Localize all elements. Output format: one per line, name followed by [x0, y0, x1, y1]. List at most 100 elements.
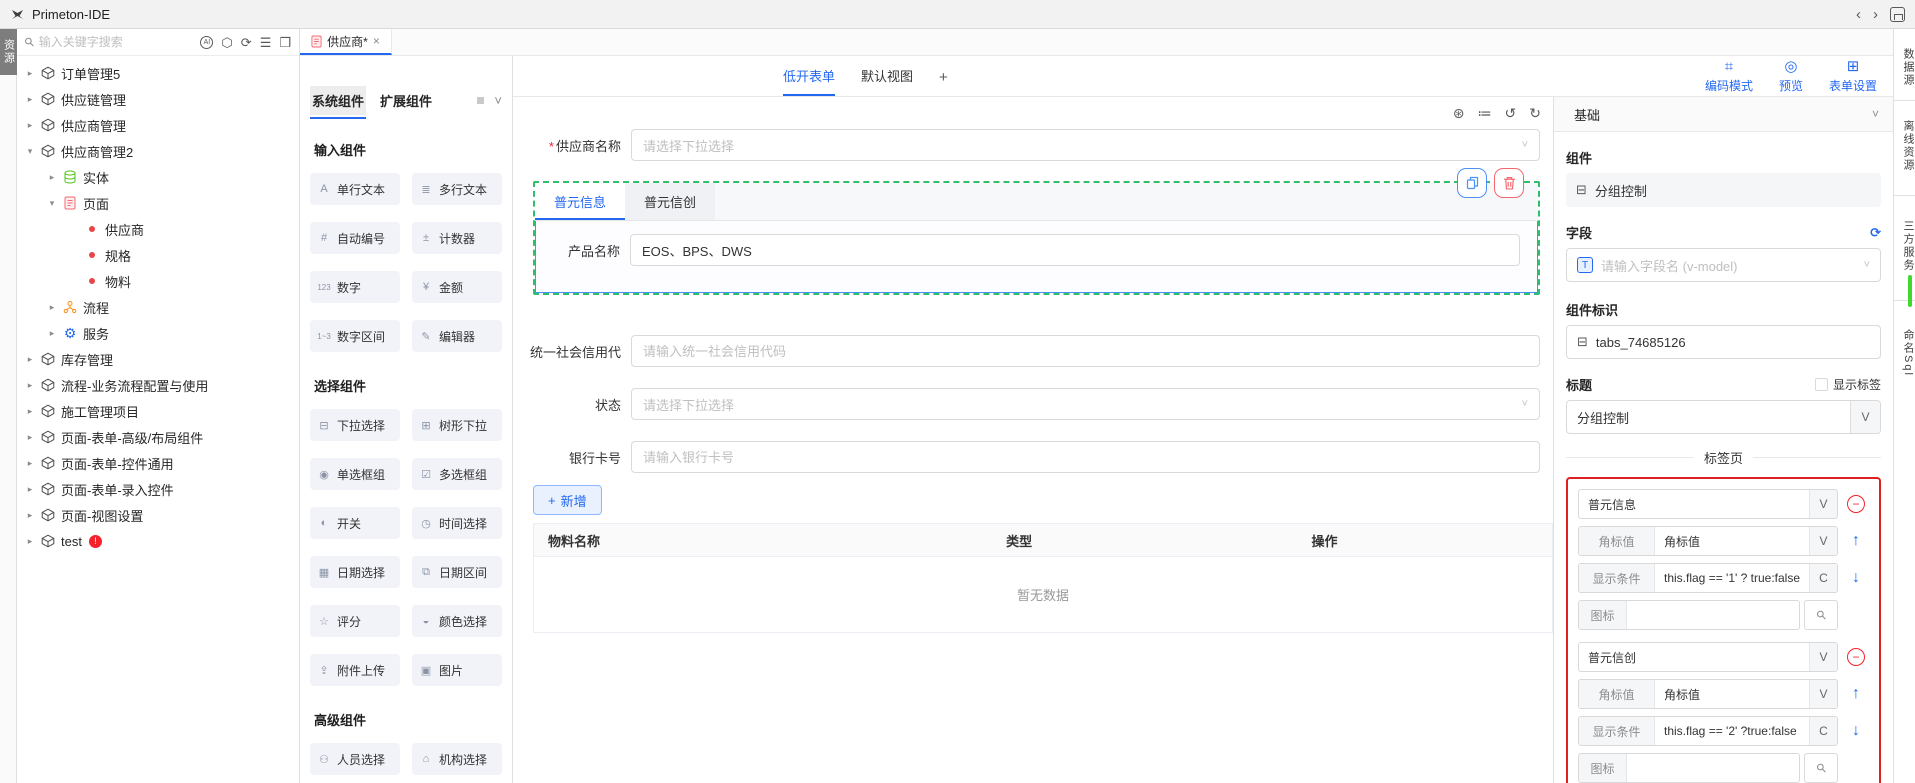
form-settings-button[interactable]: ⊞表单设置: [1829, 59, 1877, 94]
tree-item-流程-业务流程配置与使用[interactable]: ▸流程-业务流程配置与使用: [17, 372, 299, 398]
tree-item-物料[interactable]: 物料: [17, 268, 299, 294]
icon-search-button[interactable]: ⚲: [1804, 600, 1838, 630]
ai-assistant-icon[interactable]: AI: [200, 36, 213, 49]
view-tab-低开表单[interactable]: 低开表单: [783, 66, 835, 96]
identifier-input[interactable]: ⊟ tabs_74685126: [1566, 325, 1881, 359]
status-select[interactable]: 请选择下拉选择 ˅: [631, 388, 1540, 420]
palette-item-多选框组[interactable]: ☑多选框组: [412, 458, 502, 490]
bank-card-input-inner[interactable]: [643, 450, 1528, 465]
expand-arrow-icon[interactable]: ▾: [47, 198, 57, 209]
palette-item-时间选择[interactable]: ◷时间选择: [412, 507, 502, 539]
nav-forward-icon[interactable]: ›: [1873, 7, 1878, 22]
palette-item-数字区间[interactable]: 1~3数字区间: [310, 320, 400, 352]
palette-item-金额[interactable]: ¥金额: [412, 271, 502, 303]
selected-tab-group-component[interactable]: 普元信息 普元信创 产品名称 EOS、BPS、DWS: [533, 181, 1540, 295]
variable-toggle-button[interactable]: V: [1809, 643, 1837, 671]
expand-arrow-icon[interactable]: ▸: [25, 536, 35, 547]
tree-item-实体[interactable]: ▸实体: [17, 164, 299, 190]
add-row-button[interactable]: + 新增: [533, 485, 602, 515]
badge-value-input[interactable]: 角标值 角标值 V: [1578, 679, 1838, 709]
palette-item-人员选择[interactable]: ⚇人员选择: [310, 743, 400, 775]
icon-search-button[interactable]: ⚲: [1804, 753, 1838, 783]
locale-icon[interactable]: ❒: [279, 36, 291, 49]
code-toggle-button[interactable]: C: [1809, 564, 1837, 592]
scrollbar-thumb[interactable]: [1908, 275, 1912, 307]
copy-component-button[interactable]: [1457, 168, 1487, 198]
credit-code-input-inner[interactable]: [643, 344, 1528, 359]
resources-rail-tab[interactable]: 资源: [0, 29, 17, 75]
palette-item-自动编号[interactable]: #自动编号: [310, 222, 400, 254]
outline-icon[interactable]: ≔: [1478, 105, 1492, 127]
right-rail-tab-三方服务[interactable]: 三方服务: [1894, 211, 1915, 281]
remove-group-button[interactable]: −: [1847, 648, 1865, 666]
refresh-icon[interactable]: ⟳: [241, 36, 252, 49]
tree-item-服务[interactable]: ▸⚙服务: [17, 320, 299, 346]
expand-arrow-icon[interactable]: ▸: [25, 354, 35, 365]
collapse-chevron-icon[interactable]: ˅: [494, 93, 502, 108]
bank-card-input[interactable]: [631, 441, 1540, 473]
tree-item-供应商管理[interactable]: ▸供应商管理: [17, 112, 299, 138]
tab-puyuan-info[interactable]: 普元信息: [535, 183, 625, 220]
display-condition-input[interactable]: 显示条件 this.flag == '1' ? true:false C: [1578, 563, 1838, 593]
editor-tab-supplier[interactable]: 供应商* ×: [300, 29, 392, 55]
tree-item-库存管理[interactable]: ▸库存管理: [17, 346, 299, 372]
icon-input[interactable]: 图标: [1578, 600, 1800, 630]
tree-item-流程[interactable]: ▸流程: [17, 294, 299, 320]
code-toggle-button[interactable]: C: [1809, 717, 1837, 745]
move-up-button[interactable]: ↑: [1852, 532, 1860, 550]
chevron-down-icon[interactable]: ˅: [1872, 107, 1879, 121]
tree-item-页面[interactable]: ▾页面: [17, 190, 299, 216]
palette-item-下拉选择[interactable]: ⊟下拉选择: [310, 409, 400, 441]
palette-item-数字[interactable]: 123数字: [310, 271, 400, 303]
variable-toggle-button[interactable]: V: [1809, 527, 1837, 555]
supplier-select[interactable]: 请选择下拉选择 ˅: [631, 129, 1540, 161]
icon-input[interactable]: 图标: [1578, 753, 1800, 783]
tab-puyuan-xinchuang[interactable]: 普元信创: [625, 183, 715, 220]
expand-arrow-icon[interactable]: ▸: [25, 484, 35, 495]
tree-item-页面-视图设置[interactable]: ▸页面-视图设置: [17, 502, 299, 528]
expand-arrow-icon[interactable]: ▸: [25, 406, 35, 417]
palette-item-开关[interactable]: ◐开关: [310, 507, 400, 539]
tree-item-页面-表单-高级/布局组件[interactable]: ▸页面-表单-高级/布局组件: [17, 424, 299, 450]
expand-arrow-icon[interactable]: ▸: [47, 172, 57, 183]
palette-item-树形下拉[interactable]: ⊞树形下拉: [412, 409, 502, 441]
move-up-button[interactable]: ↑: [1852, 685, 1860, 703]
save-icon[interactable]: [1890, 7, 1905, 22]
expand-arrow-icon[interactable]: ▸: [25, 68, 35, 79]
right-rail-tab-命名Sql[interactable]: 命名Sql: [1894, 307, 1915, 399]
tree-item-规格[interactable]: 规格: [17, 242, 299, 268]
redo-icon[interactable]: ↻: [1529, 105, 1541, 127]
tree-item-供应商管理2[interactable]: ▾供应商管理2: [17, 138, 299, 164]
tree-item-页面-表单-录入控件[interactable]: ▸页面-表单-录入控件: [17, 476, 299, 502]
palette-item-日期区间[interactable]: ⧉日期区间: [412, 556, 502, 588]
show-label-checkbox[interactable]: [1815, 378, 1828, 391]
right-rail-tab-离线资源[interactable]: 离线资源: [1894, 113, 1915, 179]
palette-item-编辑器[interactable]: ✎编辑器: [412, 320, 502, 352]
expand-arrow-icon[interactable]: ▸: [47, 328, 57, 339]
i18n-icon[interactable]: ⊛: [1453, 105, 1465, 127]
tree-item-供应链管理[interactable]: ▸供应链管理: [17, 86, 299, 112]
display-condition-input[interactable]: 显示条件 this.flag == '2' ?true:false C: [1578, 716, 1838, 746]
expand-arrow-icon[interactable]: ▸: [47, 302, 57, 313]
delete-component-button[interactable]: [1494, 168, 1524, 198]
tree-item-test[interactable]: ▸test!: [17, 528, 299, 554]
nav-back-icon[interactable]: ‹: [1856, 7, 1861, 22]
expand-arrow-icon[interactable]: ▸: [25, 120, 35, 131]
remove-group-button[interactable]: −: [1847, 495, 1865, 513]
palette-item-日期选择[interactable]: ▦日期选择: [310, 556, 400, 588]
view-tab-默认视图[interactable]: 默认视图: [861, 66, 913, 96]
tab-extension-components[interactable]: 扩展组件: [378, 86, 434, 115]
outline-list-icon[interactable]: ☰: [260, 36, 272, 49]
palette-item-计数器[interactable]: ±计数器: [412, 222, 502, 254]
tree-item-页面-表单-控件通用[interactable]: ▸页面-表单-控件通用: [17, 450, 299, 476]
expand-arrow-icon[interactable]: ▾: [25, 146, 35, 157]
palette-item-颜色选择[interactable]: ◒颜色选择: [412, 605, 502, 637]
tree-item-订单管理5[interactable]: ▸订单管理5: [17, 60, 299, 86]
expand-arrow-icon[interactable]: ▸: [25, 510, 35, 521]
title-input[interactable]: 分组控制 V: [1566, 400, 1881, 434]
inspector-section-basic[interactable]: 基础 ˅: [1554, 97, 1893, 132]
preview-button[interactable]: ◎预览: [1779, 59, 1803, 94]
group-name-input[interactable]: 普元信息 V: [1578, 489, 1838, 519]
palette-item-机构选择[interactable]: ⌂机构选择: [412, 743, 502, 775]
variable-toggle-button[interactable]: V: [1850, 401, 1880, 433]
